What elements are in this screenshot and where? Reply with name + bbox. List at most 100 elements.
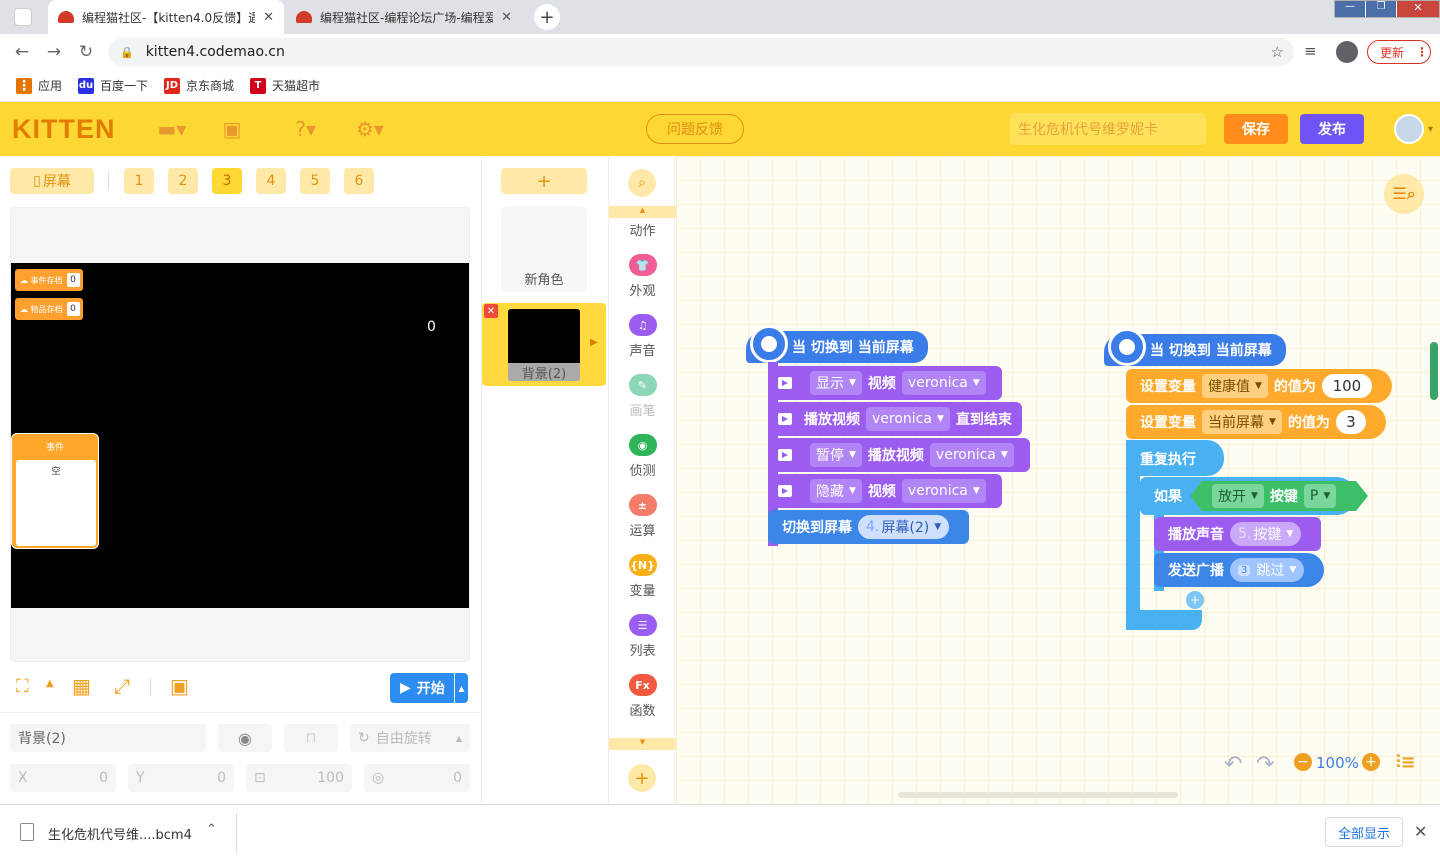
search-blocks-icon[interactable]: ☰⌕ bbox=[1384, 174, 1424, 214]
if-block[interactable]: 如果 放开 ▼ 按键 P ▼ bbox=[1140, 477, 1356, 515]
tab-kitten-feedback[interactable]: 编程猫社区-【kitten4.0反馈】遇 ✕ bbox=[48, 0, 284, 34]
pause-dropdown[interactable]: 暂停 ▼ bbox=[810, 443, 862, 467]
when-screen-switched-hat[interactable]: 当 切换到 当前屏幕 bbox=[746, 325, 928, 363]
help-icon[interactable]: ?▾ bbox=[295, 117, 316, 141]
update-button[interactable]: 更新 ⋮ bbox=[1367, 40, 1431, 64]
stage-canvas[interactable]: ☁ 事件存档 0 ☁ 物品存档 0 0 事件 空 bbox=[11, 263, 469, 608]
y-field[interactable]: Y 0 bbox=[128, 764, 234, 792]
download-file-name[interactable]: 生化危机代号维....bcm4 bbox=[48, 824, 192, 843]
bookmark-baidu[interactable]: du 百度一下 bbox=[78, 77, 148, 94]
reading-list-icon[interactable]: ≡ bbox=[1304, 42, 1317, 60]
scroll-down-icon[interactable]: ▼ bbox=[609, 738, 676, 750]
screen-tab-3[interactable]: 3 bbox=[212, 168, 242, 194]
key-action-dropdown[interactable]: 放开 ▼ bbox=[1212, 484, 1264, 508]
redo-icon[interactable]: ↷ bbox=[1256, 752, 1274, 777]
delete-icon[interactable]: ✕ bbox=[484, 304, 498, 318]
play-video-block[interactable]: 播放视频 veronica ▼ 直到结束 bbox=[768, 402, 1022, 436]
angle-field[interactable]: ◎ 0 bbox=[364, 764, 470, 792]
undo-icon[interactable]: ↶ bbox=[1224, 752, 1242, 777]
video-dropdown[interactable]: veronica ▼ bbox=[929, 443, 1014, 467]
forward-icon[interactable]: → bbox=[38, 36, 70, 68]
key-dropdown[interactable]: P ▼ bbox=[1303, 484, 1337, 508]
screen-tab-5[interactable]: 5 bbox=[300, 168, 330, 194]
value-input[interactable]: 3 bbox=[1335, 410, 1366, 434]
close-icon[interactable]: ✕ bbox=[263, 10, 274, 25]
start-button[interactable]: ▶ 开始 ▲ bbox=[390, 673, 468, 703]
new-tab-button[interactable]: + bbox=[534, 4, 560, 30]
caret-right-icon[interactable]: ▶ bbox=[590, 337, 598, 348]
repeat-forever-block[interactable]: 重复执行 bbox=[1126, 440, 1224, 476]
stage-size-icon[interactable]: ⛶ bbox=[16, 676, 29, 697]
profile-icon[interactable] bbox=[1336, 41, 1358, 63]
bookmark-apps[interactable]: ⋮ 应用 bbox=[16, 77, 62, 94]
visibility-eye-icon[interactable]: ◉ bbox=[218, 724, 272, 752]
x-field[interactable]: X 0 bbox=[10, 764, 116, 792]
rotation-mode-select[interactable]: ↻ 自由旋转 ▲ bbox=[350, 724, 470, 752]
show-video-block[interactable]: 显示 ▼ 视频 veronica ▼ bbox=[768, 366, 1002, 400]
close-icon[interactable]: ✕ bbox=[1414, 822, 1427, 841]
app-launcher-icon[interactable] bbox=[14, 8, 32, 26]
add-sprite-button[interactable]: + bbox=[501, 168, 587, 194]
caret-up-icon[interactable]: ▲ bbox=[46, 678, 54, 689]
variable-dropdown[interactable]: 当前屏幕 ▼ bbox=[1202, 410, 1282, 434]
show-dropdown[interactable]: 显示 ▼ bbox=[810, 371, 862, 395]
screen-tab-4[interactable]: 4 bbox=[256, 168, 286, 194]
back-icon[interactable]: ← bbox=[6, 36, 38, 68]
bookmark-jd[interactable]: JD 京东商城 bbox=[164, 77, 234, 94]
close-icon[interactable]: ✕ bbox=[501, 10, 512, 25]
hide-dropdown[interactable]: 隐藏 ▼ bbox=[810, 479, 862, 503]
new-sprite-button[interactable]: 新角色 bbox=[501, 206, 587, 292]
grid-icon[interactable]: ▦ bbox=[72, 674, 91, 698]
chevron-down-icon[interactable]: ▾ bbox=[1428, 124, 1433, 135]
zoom-out-button[interactable]: − bbox=[1294, 753, 1312, 771]
category-variables[interactable]: {N} 变量 bbox=[609, 554, 676, 599]
star-icon[interactable]: ☆ bbox=[1271, 43, 1284, 61]
window-close-icon[interactable]: ✕ bbox=[1396, 1, 1439, 17]
add-block-icon[interactable]: + bbox=[1186, 591, 1204, 609]
restore-icon[interactable]: ❐ bbox=[1365, 1, 1396, 17]
vertical-scrollbar[interactable] bbox=[1430, 342, 1438, 400]
show-all-button[interactable]: 全部显示 bbox=[1325, 817, 1403, 847]
pause-video-block[interactable]: 暂停 ▼ 播放视频 veronica ▼ bbox=[768, 438, 1030, 472]
set-variable-block[interactable]: 设置变量 健康值 ▼ 的值为 100 bbox=[1126, 369, 1392, 403]
feedback-button[interactable]: 问题反馈 bbox=[646, 114, 744, 144]
fullscreen-icon[interactable]: ⤢ bbox=[114, 674, 130, 698]
settings-gear-icon[interactable]: ⚙▾ bbox=[356, 117, 384, 141]
hide-video-block[interactable]: 隐藏 ▼ 视频 veronica ▼ bbox=[768, 474, 1002, 508]
project-name-input[interactable]: 生化危机代号维罗妮卡 bbox=[1010, 113, 1206, 145]
tab-community[interactable]: 编程猫社区-编程论坛广场-编程爱 ✕ bbox=[286, 0, 522, 34]
lock-icon[interactable]: ⊓ bbox=[284, 724, 338, 752]
sound-dropdown[interactable]: 5. 按键 ▼ bbox=[1230, 522, 1302, 546]
category-motion[interactable]: 动作 bbox=[609, 220, 676, 239]
category-sensing[interactable]: ◉ 侦测 bbox=[609, 434, 676, 479]
add-extension-button[interactable]: + bbox=[628, 764, 656, 792]
user-avatar[interactable] bbox=[1394, 114, 1424, 144]
broadcast-dropdown[interactable]: 3 跳过 ▼ bbox=[1230, 558, 1305, 582]
screen-tab-2[interactable]: 2 bbox=[168, 168, 198, 194]
sprite-name-field[interactable]: 背景(2) bbox=[10, 724, 206, 752]
caret-up-icon[interactable]: ▲ bbox=[454, 673, 468, 703]
category-pen[interactable]: ✎ 画笔 bbox=[609, 374, 676, 419]
screen-tab[interactable]: ▯ 屏幕 bbox=[10, 168, 94, 194]
switch-screen-block[interactable]: 切换到屏幕 4. 屏幕(2) ▼ bbox=[768, 510, 970, 544]
screen-tab-1[interactable]: 1 bbox=[124, 168, 154, 194]
horizontal-scrollbar[interactable] bbox=[898, 792, 1178, 798]
folder-icon[interactable]: ▬▾ bbox=[158, 117, 187, 141]
value-input[interactable]: 100 bbox=[1321, 374, 1372, 398]
backpack-icon[interactable]: ▣ bbox=[222, 117, 241, 141]
video-dropdown[interactable]: veronica ▼ bbox=[901, 479, 986, 503]
play-sound-block[interactable]: 播放声音 5. 按键 ▼ bbox=[1154, 517, 1322, 551]
set-variable-block[interactable]: 设置变量 当前屏幕 ▼ 的值为 3 bbox=[1126, 405, 1386, 439]
sprite-card-selected[interactable]: ✕ 背景(2) ▶ bbox=[482, 303, 606, 386]
category-operators[interactable]: ± 运算 bbox=[609, 494, 676, 539]
chevron-up-icon[interactable]: ⌃ bbox=[206, 822, 217, 837]
video-dropdown[interactable]: veronica ▼ bbox=[901, 371, 986, 395]
zoom-in-button[interactable]: + bbox=[1362, 753, 1380, 771]
variable-dropdown[interactable]: 健康值 ▼ bbox=[1202, 374, 1268, 398]
phone-preview-icon[interactable]: ▣ bbox=[170, 674, 189, 698]
when-screen-switched-hat[interactable]: 当 切换到 当前屏幕 bbox=[1104, 328, 1286, 366]
screen-tab-6[interactable]: 6 bbox=[344, 168, 374, 194]
category-sound[interactable]: ♫ 声音 bbox=[609, 314, 676, 359]
scroll-up-icon[interactable]: ▲ bbox=[609, 206, 676, 218]
minimize-icon[interactable]: — bbox=[1335, 1, 1365, 17]
